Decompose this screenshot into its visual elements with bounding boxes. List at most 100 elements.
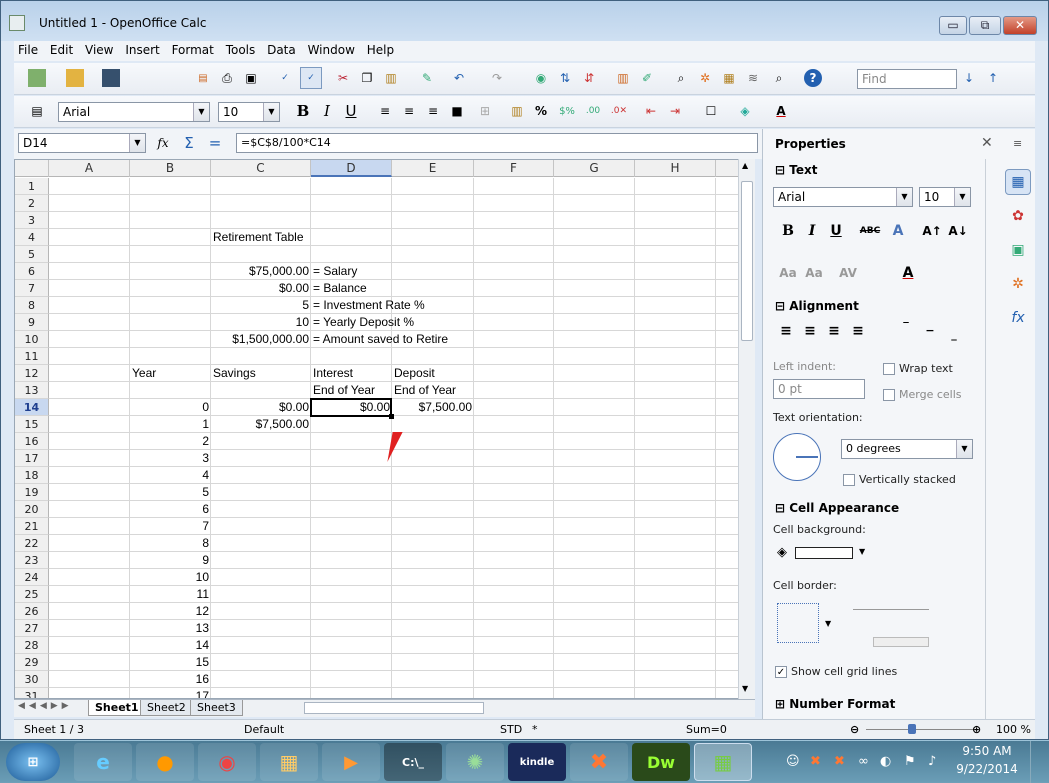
spreadsheet-grid[interactable]: A B C D E F G H 1 2 3 4 5 6 7 8 9 10 11 12 13 14 15 16 1…: [14, 159, 755, 699]
chevron-down-icon[interactable]: ▼: [954, 188, 970, 206]
zoom-slider-handle[interactable]: [908, 724, 916, 734]
menu-view[interactable]: View: [81, 41, 117, 57]
menu-icon[interactable]: ≡: [1013, 137, 1022, 150]
italic-icon[interactable]: I: [318, 102, 336, 120]
zoom-slider[interactable]: [866, 729, 976, 730]
cell-year[interactable]: 10: [130, 569, 211, 586]
sidebar-align-right-icon[interactable]: ≡: [823, 321, 845, 341]
tray-xampp-icon[interactable]: ✖: [810, 754, 821, 769]
zoom-icon[interactable]: ⌕: [770, 69, 788, 87]
row-header[interactable]: 1: [15, 178, 49, 195]
name-box[interactable]: D14 ▼: [18, 133, 146, 153]
spellcheck-icon[interactable]: ✓: [276, 69, 294, 87]
font-name-box[interactable]: Arial ▼: [58, 102, 210, 122]
save-icon[interactable]: [102, 69, 120, 87]
cell-c4[interactable]: Retirement Table: [211, 229, 306, 246]
cell-year[interactable]: 4: [130, 467, 211, 484]
kindle-icon[interactable]: kindle: [508, 743, 566, 781]
row-header[interactable]: 11: [15, 348, 49, 365]
align-bottom-icon[interactable]: _: [943, 325, 965, 345]
tray-xampp2-icon[interactable]: ✖: [834, 754, 845, 769]
tray-user-icon[interactable]: ☺: [786, 754, 800, 769]
navigator-deck-icon[interactable]: ✲: [1005, 271, 1031, 297]
styles-deck-icon[interactable]: ✿: [1005, 203, 1031, 229]
cell-year[interactable]: 8: [130, 535, 211, 552]
menu-data[interactable]: Data: [263, 41, 300, 57]
cell-d6[interactable]: = Salary: [311, 263, 359, 280]
chevron-down-icon[interactable]: ▼: [129, 134, 145, 152]
row-header[interactable]: 30: [15, 671, 49, 688]
row-header[interactable]: 23: [15, 552, 49, 569]
tab-sheet2[interactable]: Sheet2: [140, 700, 193, 716]
menu-insert[interactable]: Insert: [121, 41, 163, 57]
chevron-down-icon[interactable]: ▼: [263, 103, 279, 121]
row-header[interactable]: 7: [15, 280, 49, 297]
wrap-text-checkbox[interactable]: [883, 363, 895, 375]
autospellcheck-icon[interactable]: ✓: [300, 67, 322, 89]
align-middle-icon[interactable]: −: [919, 321, 941, 341]
show-draw-icon[interactable]: ✐: [638, 69, 656, 87]
row-header[interactable]: 28: [15, 637, 49, 654]
tab-sheet1[interactable]: Sheet1: [88, 700, 146, 716]
column-header[interactable]: G: [554, 160, 635, 177]
export-pdf-icon[interactable]: ▤: [194, 69, 212, 87]
select-all-corner[interactable]: [15, 160, 49, 177]
selection-mode[interactable]: STD: [500, 723, 522, 736]
row-header[interactable]: 18: [15, 467, 49, 484]
cell-d7[interactable]: = Balance: [311, 280, 369, 297]
tray-network-icon[interactable]: ◐: [880, 754, 891, 769]
menu-window[interactable]: Window: [304, 41, 359, 57]
strikethrough-icon[interactable]: ABC: [859, 221, 881, 241]
row-header[interactable]: 10: [15, 331, 49, 348]
row-header[interactable]: 29: [15, 654, 49, 671]
sidebar-font-name[interactable]: Arial ▼: [773, 187, 913, 207]
new-document-icon[interactable]: [28, 69, 46, 87]
internet-explorer-icon[interactable]: e: [74, 743, 132, 781]
minimize-button[interactable]: ▭: [939, 16, 967, 35]
background-color-icon[interactable]: ◈: [736, 102, 754, 120]
cell-d13[interactable]: End of Year: [311, 382, 377, 399]
row-header[interactable]: 8: [15, 297, 49, 314]
find-replace-icon[interactable]: ⌕: [672, 69, 690, 87]
cell-d14[interactable]: $0.00: [311, 399, 392, 416]
cell-year[interactable]: 3: [130, 450, 211, 467]
align-top-icon[interactable]: ‾: [895, 317, 917, 337]
menu-file[interactable]: File: [14, 41, 42, 57]
row-header[interactable]: 4: [15, 229, 49, 246]
column-header[interactable]: B: [130, 160, 211, 177]
column-header[interactable]: C: [211, 160, 311, 177]
sidebar-underline-icon[interactable]: U: [825, 221, 847, 241]
menu-edit[interactable]: Edit: [46, 41, 77, 57]
row-header[interactable]: 9: [15, 314, 49, 331]
cell-c6[interactable]: $75,000.00: [211, 263, 311, 280]
navigator-icon[interactable]: ✲: [696, 69, 714, 87]
scroll-thumb[interactable]: [741, 181, 753, 341]
chevron-down-icon[interactable]: ▼: [896, 188, 912, 206]
tray-link-icon[interactable]: ∞: [858, 754, 869, 769]
bold-icon[interactable]: B: [294, 102, 312, 120]
print-preview-icon[interactable]: ▣: [242, 69, 260, 87]
find-previous-icon[interactable]: ↑: [984, 69, 1002, 87]
xampp-icon[interactable]: ✖: [570, 743, 628, 781]
cell-year[interactable]: 12: [130, 603, 211, 620]
merge-cells-checkbox[interactable]: [883, 389, 895, 401]
delete-decimal-icon[interactable]: .0✕: [610, 102, 628, 120]
row-header[interactable]: 5: [15, 246, 49, 263]
cell-year[interactable]: 6: [130, 501, 211, 518]
tray-flag-icon[interactable]: ⚑: [904, 754, 916, 769]
functions-deck-icon[interactable]: fx: [1005, 305, 1031, 331]
column-header-selected[interactable]: D: [311, 160, 392, 177]
close-icon[interactable]: ✕: [981, 135, 993, 151]
orientation-select[interactable]: 0 degrees ▼: [841, 439, 973, 459]
menu-help[interactable]: Help: [363, 41, 398, 57]
sort-descending-icon[interactable]: ⇵: [580, 69, 598, 87]
data-sources-icon[interactable]: ≋: [744, 69, 762, 87]
firefox-icon[interactable]: ●: [136, 743, 194, 781]
justify-icon[interactable]: ■: [448, 102, 466, 120]
sum-icon[interactable]: Σ: [180, 134, 198, 152]
row-header[interactable]: 25: [15, 586, 49, 603]
scroll-up-icon[interactable]: ▲: [742, 161, 748, 170]
clock-date[interactable]: 9/22/2014: [956, 762, 1018, 776]
openoffice-calc-taskbar-icon[interactable]: ▦: [694, 743, 752, 781]
function-wizard-icon[interactable]: fx: [154, 134, 172, 152]
